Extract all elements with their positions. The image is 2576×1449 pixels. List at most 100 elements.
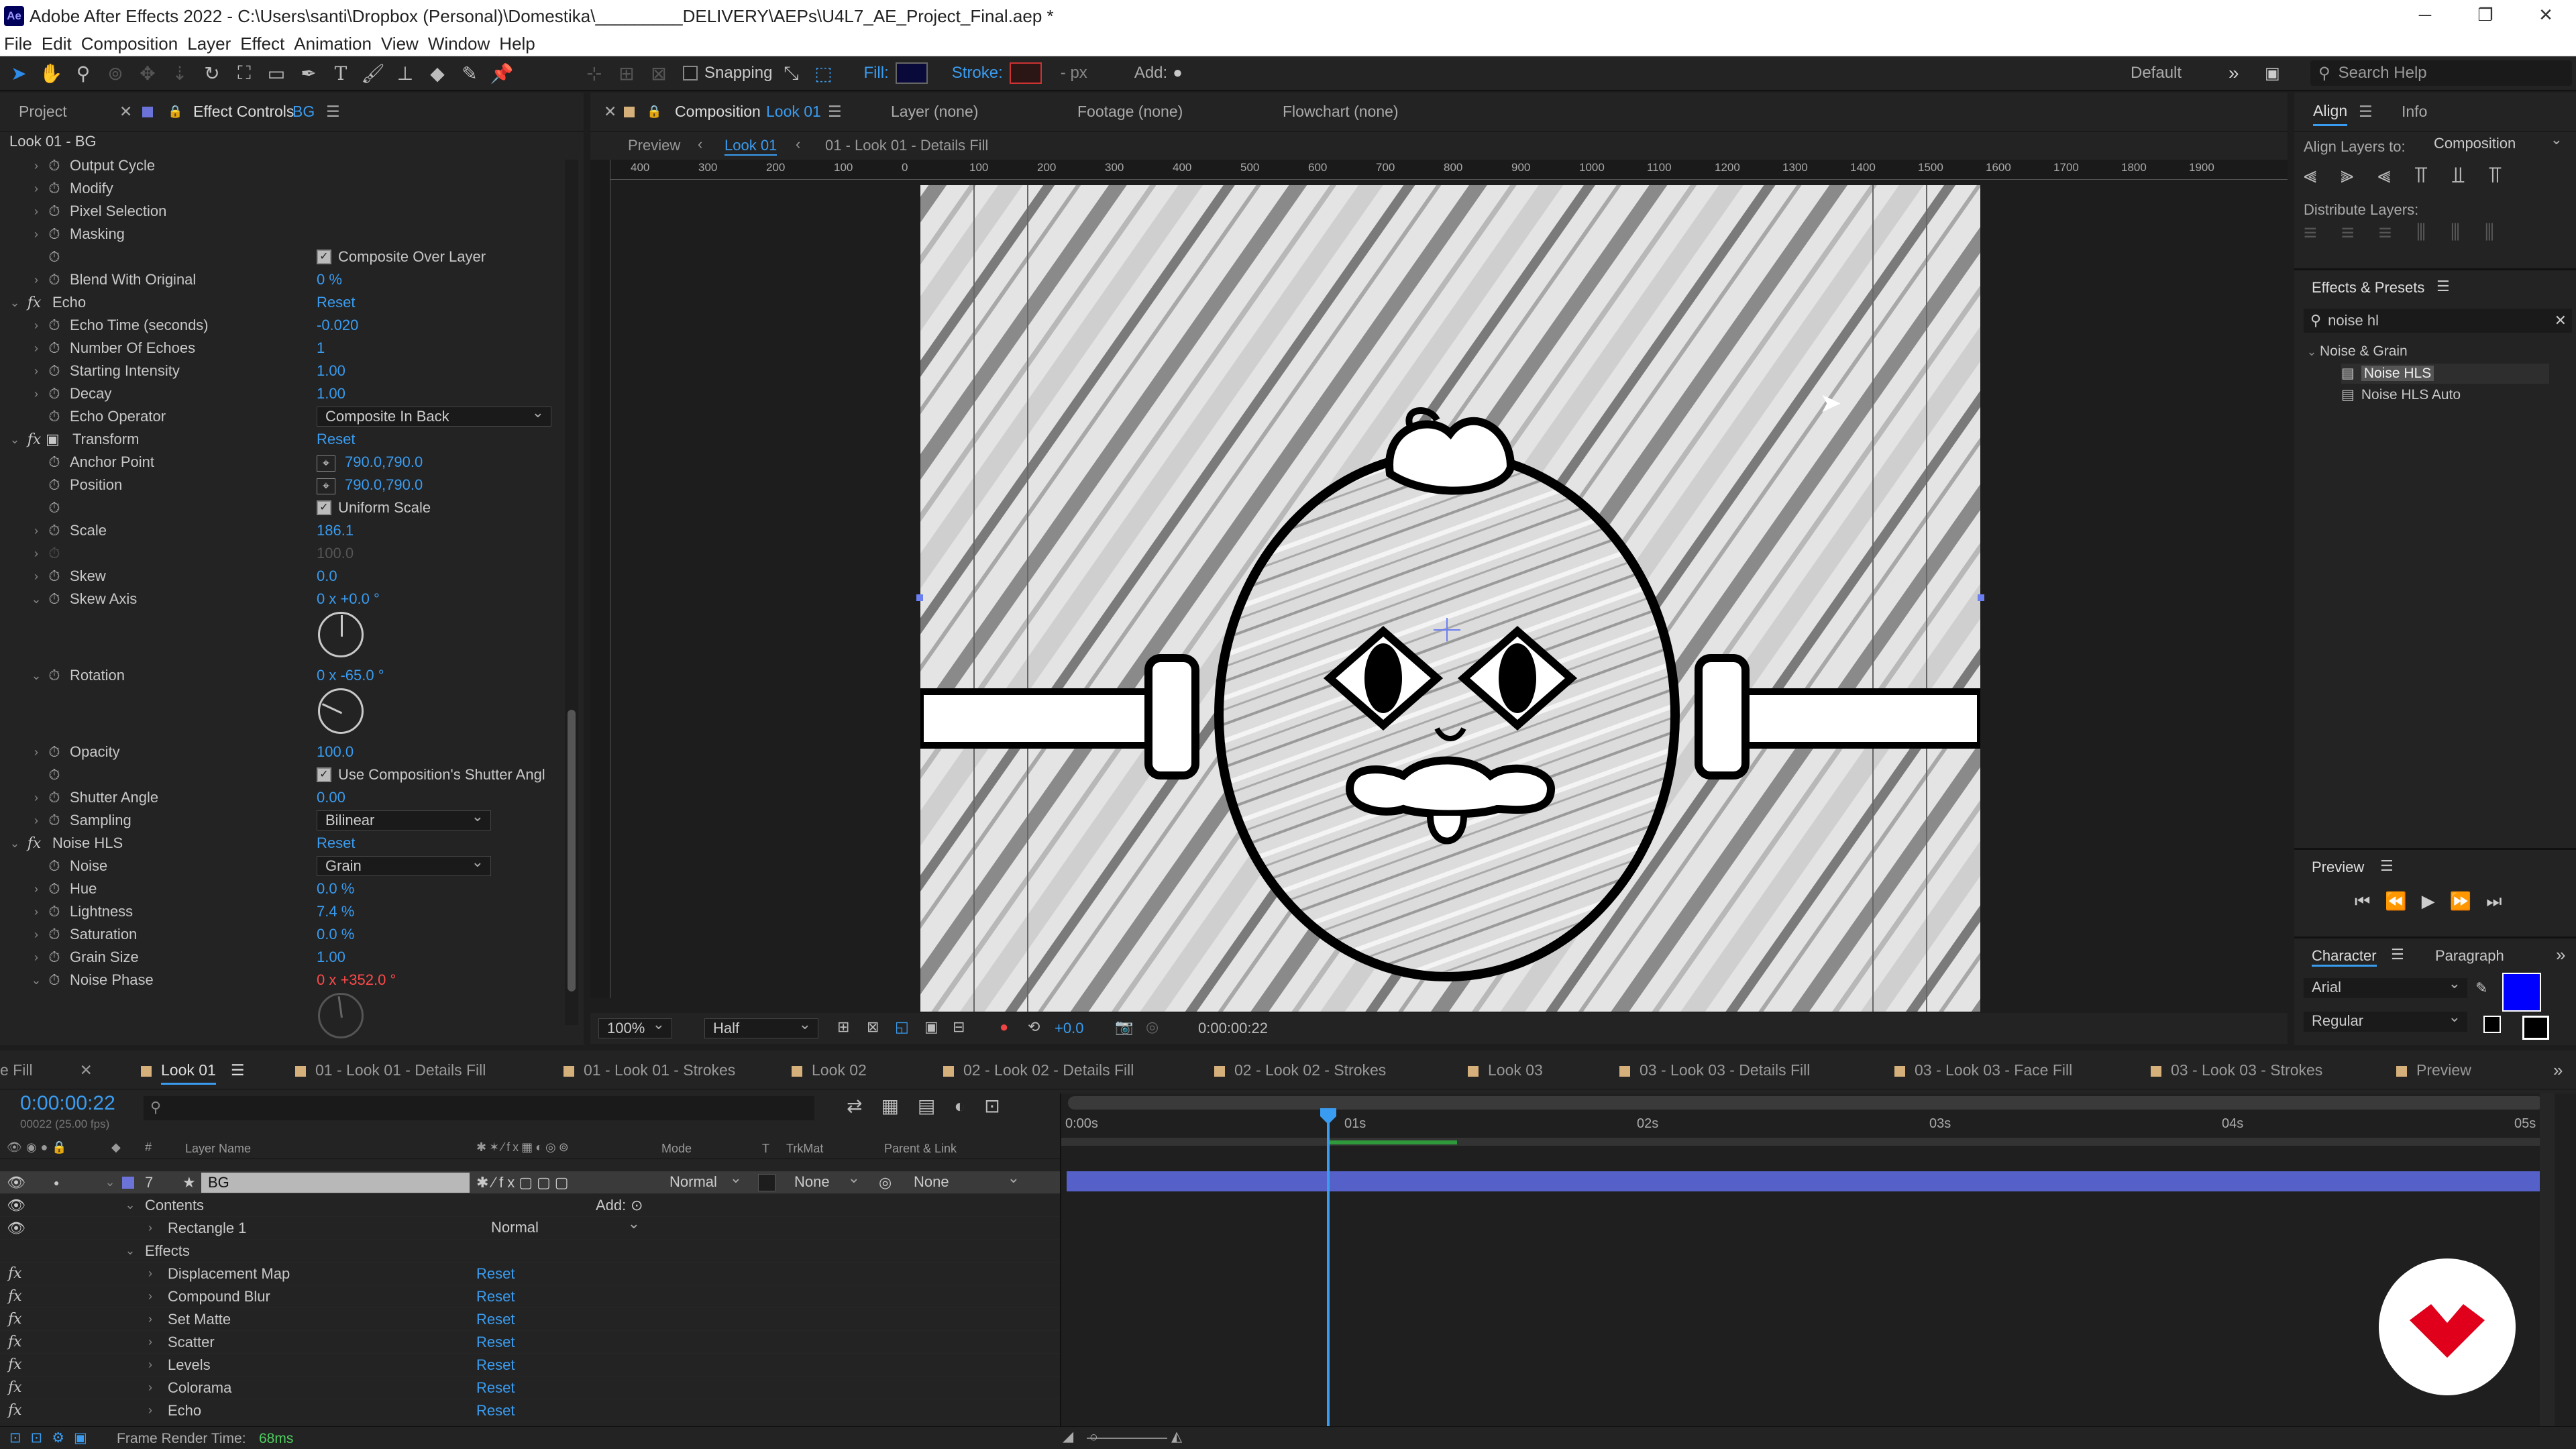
align-buttons[interactable]: ⫷⫸⫷⫪⫫⫪ — [2304, 162, 2526, 189]
layer-duration-bar[interactable] — [1067, 1171, 2545, 1191]
timeline-switches[interactable]: ⇄▦▤◐⊡ — [847, 1095, 1019, 1117]
effect-property-row[interactable]: › ⏱ Echo Time (seconds) -0.020 — [0, 314, 564, 337]
property-select[interactable]: Composite In Back — [317, 403, 551, 427]
pen-tool-icon[interactable]: ✒ — [295, 60, 322, 87]
tab-effects-presets[interactable]: Effects & Presets — [2312, 279, 2424, 297]
property-value[interactable]: -0.020 — [317, 317, 358, 334]
checkbox[interactable]: ✓ Use Composition's Shutter Angl — [317, 766, 545, 784]
layer-handle[interactable] — [1978, 594, 1984, 601]
effect-property-row[interactable]: › ⏱ Skew 0.0 — [0, 565, 564, 588]
grid-icon[interactable]: ⊟ — [953, 1018, 965, 1036]
stopwatch-icon[interactable]: ⏱ — [44, 157, 64, 174]
timeline-tab[interactable]: 03 - Look 03 - Details Fill — [1619, 1051, 1810, 1089]
menu-composition[interactable]: Composition — [81, 34, 178, 54]
fill-swatch[interactable] — [895, 62, 928, 84]
angle-dial[interactable] — [318, 993, 364, 1038]
stopwatch-icon[interactable]: ⏱ — [44, 743, 64, 761]
snapping-toggle[interactable]: Snapping — [683, 64, 772, 83]
stopwatch-icon[interactable]: ⏱ — [44, 949, 64, 966]
expand-chevron-icon[interactable]: › — [142, 1358, 158, 1372]
stopwatch-icon[interactable]: ⏱ — [44, 667, 64, 684]
preview-crumb[interactable]: Preview — [628, 137, 680, 154]
eyedropper-icon[interactable]: ✎ — [2475, 979, 2487, 997]
orbit-tool-icon[interactable]: ⊚ — [102, 60, 129, 87]
workspace-icon[interactable]: ▣ — [2265, 64, 2280, 83]
stroke-width[interactable]: - px — [1061, 64, 1087, 83]
contents-row[interactable]: 👁 ⌄ Contents Add: ⊙ — [0, 1194, 1060, 1217]
effect-property-row[interactable]: › ⏱ Shutter Angle 0.00 — [0, 786, 564, 809]
stopwatch-icon[interactable]: ⏱ — [44, 857, 64, 875]
breadcrumb-details-fill[interactable]: 01 - Look 01 - Details Fill — [825, 137, 988, 154]
zoom-tool-icon[interactable]: ⚲ — [70, 60, 97, 87]
effect-property-row[interactable]: › ⏱ Pixel Selection — [0, 200, 564, 223]
region-of-interest-icon[interactable]: ⊞ — [837, 1018, 849, 1036]
trkmat-select[interactable]: None — [786, 1169, 867, 1193]
stopwatch-icon[interactable]: ⏱ — [44, 317, 64, 334]
menu-animation[interactable]: Animation — [294, 34, 372, 54]
fx-icon[interactable]: fx — [8, 1288, 22, 1305]
layer-label-swatch[interactable] — [122, 1176, 134, 1189]
tab-align[interactable]: Align — [2313, 97, 2348, 126]
panel-menu-icon[interactable]: ☰ — [828, 103, 842, 121]
distribute-buttons[interactable]: ≡≡≡⦀⦀⦀ — [2304, 220, 2518, 246]
stopwatch-icon[interactable]: ⏱ — [44, 203, 64, 220]
expand-chevron-icon[interactable]: ⌄ — [102, 1175, 118, 1189]
resolution-select[interactable]: Half — [704, 1015, 818, 1038]
mask-visibility-icon[interactable]: ◱ — [895, 1018, 909, 1036]
checkbox[interactable]: ✓ Composite Over Layer — [317, 248, 486, 266]
snapshot-camera-icon[interactable]: 📷 — [1115, 1018, 1133, 1036]
tab-effect-controls[interactable]: Effect Controls — [193, 103, 294, 121]
timeline-effect-row[interactable]: fx › Colorama Reset — [0, 1377, 1060, 1399]
panel-menu-icon[interactable]: ☰ — [326, 103, 340, 121]
point-value[interactable]: ⌖ 790.0,790.0 — [317, 476, 423, 494]
collapse-chevron-icon[interactable]: ⌄ — [7, 837, 23, 851]
timeline-effect-row[interactable]: fx › Displacement Map Reset — [0, 1263, 1060, 1285]
comp-canvas[interactable] — [920, 185, 1980, 1012]
panel-overflow-icon[interactable]: » — [2556, 945, 2565, 965]
effect-property-row[interactable]: › ⏱ Starting Intensity 1.00 — [0, 360, 564, 382]
fx-icon[interactable]: fx — [23, 294, 46, 311]
type-tool-icon[interactable]: T — [327, 60, 354, 87]
property-select[interactable]: Bilinear — [317, 807, 491, 830]
collapse-chevron-icon[interactable]: ⌄ — [7, 433, 23, 447]
reset-link[interactable]: Reset — [476, 1311, 515, 1328]
expand-chevron-icon[interactable]: › — [28, 928, 44, 942]
zoom-out-icon[interactable]: ◢ — [1063, 1428, 1073, 1445]
layer-switches[interactable]: ✱⁄fx▢▢▢ — [476, 1174, 573, 1191]
col-trkmat[interactable]: TrkMat — [786, 1142, 823, 1156]
col-mode[interactable]: Mode — [661, 1142, 692, 1156]
reset-link[interactable]: Reset — [317, 835, 355, 852]
playback-controls[interactable]: ⏮⏪▶⏩⏭ — [2355, 891, 2517, 912]
effect-property-row[interactable]: ⏱ Echo Operator Composite In Back — [0, 403, 564, 428]
stopwatch-icon[interactable]: ⏱ — [44, 453, 64, 471]
scrollbar-thumb[interactable] — [568, 710, 576, 991]
expand-chevron-icon[interactable]: › — [28, 570, 44, 584]
timeline-tab[interactable]: e Fill ✕ — [0, 1051, 93, 1089]
effect-property-row[interactable]: › ⏱ Saturation 0.0 % — [0, 923, 564, 946]
property-value[interactable]: 186.1 — [317, 522, 354, 539]
local-axis-icon[interactable]: ⊹ — [581, 60, 608, 87]
property-value[interactable]: 1 — [317, 339, 325, 357]
magnification-select[interactable]: 100% — [598, 1015, 672, 1038]
property-value[interactable]: 0 x +352.0 ° — [317, 971, 396, 989]
stopwatch-icon[interactable]: ⏱ — [44, 903, 64, 920]
zoom-slider-thumb[interactable]: ○ — [1089, 1430, 1098, 1446]
visibility-eye-icon[interactable]: 👁 — [7, 1220, 25, 1237]
timeline-tab[interactable]: Look 01 ☰ — [141, 1051, 244, 1089]
font-style-select[interactable]: Regular — [2304, 1008, 2467, 1032]
rotate-tool-icon[interactable]: ↻ — [199, 60, 225, 87]
timeline-scrollbar[interactable] — [2540, 1093, 2555, 1426]
angle-dial[interactable] — [318, 688, 364, 734]
layer-row-bg[interactable]: 👁 ● ⌄ 7 ★ BG ✱⁄fx▢▢▢ Normal None ◎ None — [0, 1169, 1060, 1194]
search-help-field[interactable]: ⚲ Search Help — [2310, 60, 2572, 86]
stopwatch-icon[interactable]: ⏱ — [44, 766, 64, 784]
effect-property-row[interactable]: ⏱ Position ⌖ 790.0,790.0 — [0, 474, 564, 496]
stopwatch-icon[interactable]: ⏱ — [44, 385, 64, 402]
align-to-select[interactable]: Composition — [2426, 130, 2569, 154]
rectangle-row[interactable]: 👁 › Rectangle 1 Normal — [0, 1214, 1060, 1240]
stopwatch-icon[interactable]: ⏱ — [44, 971, 64, 989]
effect-property-row[interactable]: › ⏱ Grain Size 1.00 — [0, 946, 564, 969]
effect-property-row[interactable]: ⌄ fx ▣ Transform Reset — [0, 428, 564, 451]
selection-tool-icon[interactable]: ➤ — [5, 60, 32, 87]
current-timecode[interactable]: 0:00:00:22 — [20, 1092, 115, 1115]
